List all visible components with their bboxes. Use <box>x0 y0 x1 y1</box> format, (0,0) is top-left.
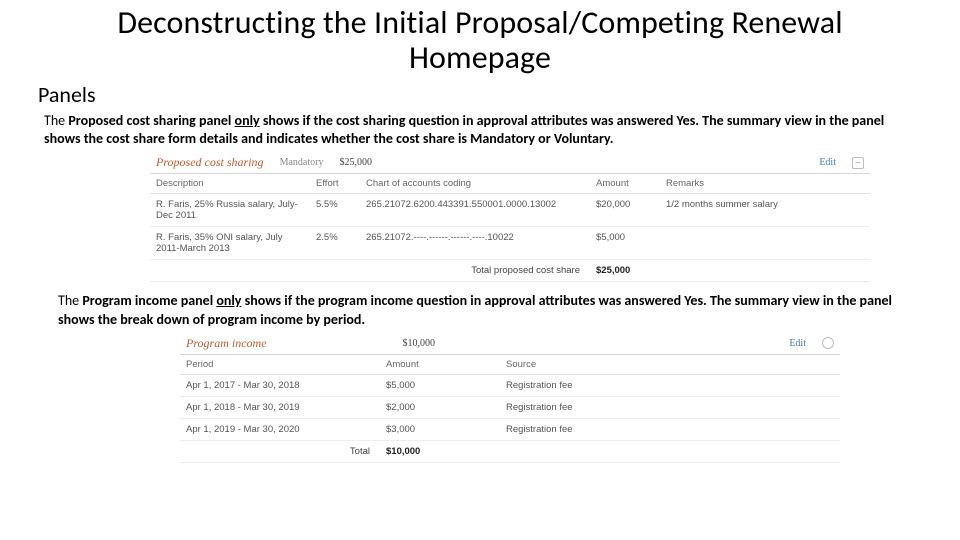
cost-sharing-table: Description Effort Chart of accounts cod… <box>150 174 870 282</box>
cell-period: Apr 1, 2019 - Mar 30, 2020 <box>180 418 380 440</box>
cell-coding: 265.21072.6200.443391.550001.0000.13002 <box>360 194 590 227</box>
col-amount: Amount <box>380 355 500 375</box>
col-period: Period <box>180 355 380 375</box>
cell-source: Registration fee <box>500 374 840 396</box>
program-income-title: Program income <box>186 336 267 351</box>
total-row: Total proposed cost share $25,000 <box>150 260 870 282</box>
col-effort: Effort <box>310 174 360 194</box>
cell-effort: 2.5% <box>310 227 360 260</box>
cell-source: Registration fee <box>500 396 840 418</box>
para2-only: only <box>216 292 241 309</box>
title-line-2: Homepage <box>409 38 551 77</box>
title-line-1: Deconstructing the Initial Proposal/Comp… <box>117 3 842 42</box>
page-title: Deconstructing the Initial Proposal/Comp… <box>30 6 930 75</box>
table-row: Apr 1, 2018 - Mar 30, 2019 $2,000 Regist… <box>180 396 840 418</box>
col-source: Source <box>500 355 840 375</box>
total-label: Total proposed cost share <box>150 260 590 282</box>
col-description: Description <box>150 174 310 194</box>
cell-amount: $3,000 <box>380 418 500 440</box>
para2-pre: The <box>58 292 82 309</box>
cell-period: Apr 1, 2017 - Mar 30, 2018 <box>180 374 380 396</box>
cell-effort: 5.5% <box>310 194 360 227</box>
para1-pre: The <box>44 112 68 129</box>
program-income-amount: $10,000 <box>403 338 436 349</box>
table-row: Apr 1, 2019 - Mar 30, 2020 $3,000 Regist… <box>180 418 840 440</box>
program-income-table: Period Amount Source Apr 1, 2017 - Mar 3… <box>180 355 840 463</box>
col-coding: Chart of accounts coding <box>360 174 590 194</box>
cost-sharing-amount: $25,000 <box>339 157 372 168</box>
cell-description: R. Faris, 25% Russia salary, July-Dec 20… <box>150 194 310 227</box>
cell-amount: $5,000 <box>380 374 500 396</box>
table-row: R. Faris, 35% ONI salary, July 2011-Marc… <box>150 227 870 260</box>
cell-amount: $2,000 <box>380 396 500 418</box>
program-income-edit-link[interactable]: Edit <box>789 338 806 349</box>
cost-sharing-panel: Proposed cost sharing Mandatory $25,000 … <box>150 152 870 282</box>
cell-amount: $20,000 <box>590 194 660 227</box>
cost-sharing-edit-link[interactable]: Edit <box>819 157 836 168</box>
total-label: Total <box>180 440 380 462</box>
cost-sharing-title: Proposed cost sharing <box>156 155 264 170</box>
paragraph-cost-sharing: The Proposed cost sharing panel only sho… <box>44 112 918 148</box>
program-income-panel-header: Program income $10,000 Edit <box>180 333 840 355</box>
paragraph-program-income: The Program income panel only shows if t… <box>58 292 918 328</box>
cost-sharing-mandatory-badge: Mandatory <box>280 157 324 168</box>
cost-sharing-collapse-icon[interactable]: – <box>852 157 864 169</box>
cell-period: Apr 1, 2018 - Mar 30, 2019 <box>180 396 380 418</box>
para1-bold: Proposed cost sharing panel <box>68 112 234 129</box>
cell-remarks: 1/2 months summer salary <box>660 194 870 227</box>
cost-sharing-panel-header: Proposed cost sharing Mandatory $25,000 … <box>150 152 870 174</box>
program-income-collapse-icon[interactable] <box>822 337 834 349</box>
table-row: Apr 1, 2017 - Mar 30, 2018 $5,000 Regist… <box>180 374 840 396</box>
para2-bold: Program income panel <box>82 292 216 309</box>
cell-coding: 265.21072.----.------.------.----.10022 <box>360 227 590 260</box>
table-header-row: Period Amount Source <box>180 355 840 375</box>
cell-amount: $5,000 <box>590 227 660 260</box>
cell-remarks <box>660 227 870 260</box>
total-value: $10,000 <box>380 440 500 462</box>
table-header-row: Description Effort Chart of accounts cod… <box>150 174 870 194</box>
cell-description: R. Faris, 35% ONI salary, July 2011-Marc… <box>150 227 310 260</box>
total-value: $25,000 <box>590 260 660 282</box>
total-row: Total $10,000 <box>180 440 840 462</box>
section-subhead: Panels <box>38 81 930 108</box>
para1-only: only <box>235 112 260 129</box>
col-amount: Amount <box>590 174 660 194</box>
program-income-panel: Program income $10,000 Edit Period Amoun… <box>180 333 840 463</box>
cell-source: Registration fee <box>500 418 840 440</box>
table-row: R. Faris, 25% Russia salary, July-Dec 20… <box>150 194 870 227</box>
col-remarks: Remarks <box>660 174 870 194</box>
